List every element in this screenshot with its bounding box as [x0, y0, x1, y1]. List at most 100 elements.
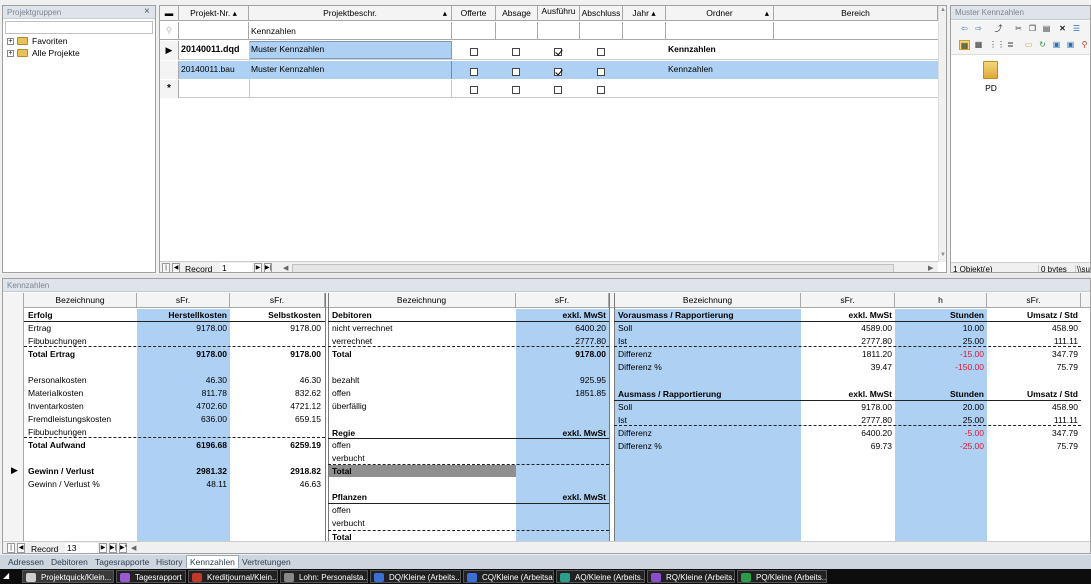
cut-icon[interactable]: ✂: [1013, 24, 1024, 34]
first-record-icon[interactable]: |◀: [7, 543, 15, 553]
taskbar-item[interactable]: RQ/Kleine (Arbeits...: [647, 570, 735, 583]
col-jahr[interactable]: Jahr ▴: [623, 6, 666, 21]
col-debitoren-bezeichnung[interactable]: Bezeichnung: [328, 293, 516, 308]
tab-adressen[interactable]: Adressen: [5, 556, 47, 568]
first-record-icon[interactable]: |◀: [162, 263, 170, 272]
cell-projektbeschr[interactable]: Muster Kennzahlen: [251, 64, 451, 74]
start-icon[interactable]: ◢: [3, 571, 17, 582]
col-ausfuehrung[interactable]: Ausführu: [538, 6, 580, 21]
taskbar-item[interactable]: Tagesrapport: [116, 570, 186, 583]
taskbar-item[interactable]: PQ/Kleine (Arbeits...: [737, 570, 827, 583]
cell-ordner[interactable]: Kennzahlen: [668, 64, 768, 74]
checkbox-ausfuehrung[interactable]: [554, 86, 562, 94]
checkbox-offerte[interactable]: [470, 48, 478, 56]
taskbar-item[interactable]: CQ/Kleine (Arbeitsa...: [463, 570, 554, 583]
scroll-left-icon[interactable]: ◀: [131, 544, 136, 552]
tree-item-alle-projekte[interactable]: + Alle Projekte: [7, 48, 127, 59]
last-record-icon[interactable]: ▶|: [109, 543, 117, 553]
expand-icon[interactable]: +: [7, 38, 14, 45]
taskbar-item[interactable]: Lohn: Personalsta...: [280, 570, 368, 583]
col-projektbeschr[interactable]: Projektbeschr. ▴: [249, 6, 452, 21]
col-vorausmass-sfr2[interactable]: sFr.: [987, 293, 1081, 308]
new-row[interactable]: *: [160, 80, 938, 98]
taskbar-item[interactable]: AQ/Kleine (Arbeits...: [556, 570, 645, 583]
tab-tagesrapporte[interactable]: Tagesrapporte: [92, 556, 152, 568]
tab-vertretungen[interactable]: Vertretungen: [239, 556, 294, 568]
col-projekt-nr[interactable]: Projekt-Nr. ▴: [179, 6, 249, 21]
small-icons-icon[interactable]: ▦: [973, 40, 984, 50]
prev-record-icon[interactable]: ◀: [172, 263, 180, 272]
grid-row-header[interactable]: ▬: [160, 6, 179, 21]
col-erfolg-sfr2[interactable]: sFr.: [230, 293, 325, 308]
properties-icon[interactable]: ☰: [1071, 24, 1082, 34]
delete-icon[interactable]: ✕: [1057, 24, 1068, 34]
up-icon[interactable]: ⤴: [993, 24, 1004, 34]
scroll-left-icon[interactable]: ◀: [283, 264, 288, 272]
close-icon[interactable]: ×: [144, 6, 150, 17]
folder-item-pd[interactable]: PD: [979, 59, 1009, 97]
col-bereich[interactable]: Bereich: [774, 6, 938, 21]
search-input[interactable]: [5, 21, 153, 34]
list-view-icon[interactable]: ⋮⋮: [989, 40, 1005, 50]
checkbox-absage[interactable]: [512, 86, 520, 94]
new-folder-icon[interactable]: ▭: [1023, 40, 1034, 50]
col-abschluss[interactable]: Abschluss: [580, 6, 623, 21]
col-debitoren-sfr[interactable]: sFr.: [516, 293, 609, 308]
cell-projekt-nr[interactable]: 20140011.bau: [181, 64, 249, 74]
col-vorausmass-sfr[interactable]: sFr.: [801, 293, 895, 308]
cell-projekt-nr[interactable]: 20140011.dqd: [181, 44, 249, 54]
map-drive-icon[interactable]: ▣: [1051, 40, 1062, 50]
taskbar-item[interactable]: Projektquick/Klein...: [22, 570, 114, 583]
new-record-icon[interactable]: ▶*: [119, 543, 127, 553]
tree-item-favoriten[interactable]: + Favoriten: [7, 36, 127, 47]
large-icons-icon[interactable]: ▦: [959, 40, 970, 50]
checkbox-offerte[interactable]: [470, 86, 478, 94]
expand-icon[interactable]: +: [7, 50, 14, 57]
checkbox-offerte[interactable]: [470, 68, 478, 76]
col-offerte[interactable]: Offerte: [452, 6, 496, 21]
tab-history[interactable]: History: [153, 556, 185, 568]
cell-projektbeschr[interactable]: Muster Kennzahlen: [251, 44, 451, 54]
scroll-right-icon[interactable]: ▶: [928, 264, 933, 272]
prev-record-icon[interactable]: ◀: [17, 543, 25, 553]
disconnect-icon[interactable]: ▣: [1065, 40, 1076, 50]
row-selector-icon[interactable]: ▶: [160, 41, 179, 60]
taskbar-item[interactable]: DQ/Kleine (Arbeits...: [370, 570, 461, 583]
table-row[interactable]: ▶ 20140011.dqd Muster Kennzahlen Kennzah…: [160, 41, 938, 60]
horizontal-scrollbar[interactable]: [292, 264, 894, 272]
next-record-icon[interactable]: ▶: [254, 263, 262, 272]
search-files-icon[interactable]: ⚲: [1079, 40, 1090, 50]
col-absage[interactable]: Absage: [496, 6, 538, 21]
col-erfolg-bezeichnung[interactable]: Bezeichnung: [24, 293, 137, 308]
row-selector-icon[interactable]: ▶: [11, 465, 18, 476]
forward-icon[interactable]: ⇨: [973, 24, 984, 34]
copy-icon[interactable]: ❐: [1027, 24, 1038, 34]
col-erfolg-sfr1[interactable]: sFr.: [137, 293, 230, 308]
cell-ordner[interactable]: Kennzahlen: [668, 44, 768, 54]
checkbox-absage[interactable]: [512, 48, 520, 56]
tab-debitoren[interactable]: Debitoren: [48, 556, 91, 568]
last-record-icon[interactable]: ▶|: [264, 263, 272, 272]
col-vorausmass-h[interactable]: h: [895, 293, 987, 308]
scroll-down-icon[interactable]: ▼: [940, 252, 946, 258]
col-vorausmass-bezeichnung[interactable]: Bezeichnung: [615, 293, 801, 308]
checkbox-abschluss[interactable]: [597, 86, 605, 94]
scroll-up-icon[interactable]: ▲: [940, 7, 946, 13]
checkbox-ausfuehrung[interactable]: [554, 48, 562, 56]
table-row[interactable]: 20140011.bau Muster Kennzahlen Kennzahle…: [160, 61, 938, 79]
next-record-icon[interactable]: ▶: [99, 543, 107, 553]
tab-kennzahlen[interactable]: Kennzahlen: [186, 555, 239, 568]
checkbox-abschluss[interactable]: [597, 68, 605, 76]
refresh-icon[interactable]: ↻: [1037, 40, 1048, 50]
vertical-scrollbar[interactable]: ▲ ▼: [938, 6, 946, 262]
filter-projekt-nr[interactable]: [179, 22, 249, 39]
col-ordner[interactable]: Ordner ▴: [666, 6, 774, 21]
checkbox-abschluss[interactable]: [597, 48, 605, 56]
details-view-icon[interactable]: ≣: [1005, 40, 1016, 50]
record-input[interactable]: 13: [65, 543, 97, 553]
back-icon[interactable]: ⇦: [959, 24, 970, 34]
checkbox-ausfuehrung[interactable]: [554, 68, 562, 76]
checkbox-absage[interactable]: [512, 68, 520, 76]
paste-icon[interactable]: ▤: [1041, 24, 1052, 34]
filter-projektbeschr[interactable]: Kennzahlen: [249, 22, 452, 39]
